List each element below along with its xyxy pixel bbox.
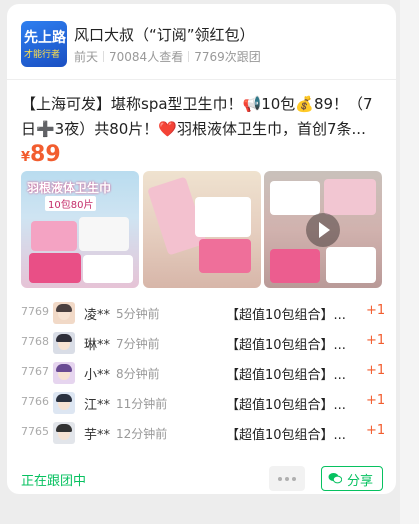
order-time: 11分钟前 — [116, 397, 168, 411]
order-quantity: +1 — [366, 393, 386, 408]
order-row[interactable]: 7769 凌** 5分钟前 【超值10包组合】... +1 — [7, 300, 396, 326]
price-currency: ¥ — [21, 150, 31, 165]
avatar-subtext: 才能行者 — [24, 50, 61, 60]
order-row[interactable]: 7765 芋** 12分钟前 【超值10包组合】... +1 — [7, 420, 396, 446]
product-pack — [29, 253, 81, 283]
group-buy-card[interactable]: 先上路 才能行者 风口大叔（“订阅”领红包） 前天 70084人查看 7769次跟团… — [7, 4, 396, 494]
product-image-1[interactable]: 羽根液体卫生巾 10包80片 — [21, 171, 139, 288]
price-value: 89 — [30, 142, 61, 167]
group-status: 正在跟团中 — [21, 474, 87, 489]
product-video-thumbnail[interactable] — [264, 171, 382, 288]
buyer-name: 小** — [84, 368, 111, 383]
product-pack — [79, 217, 129, 251]
view-count: 70084人查看 — [109, 50, 184, 64]
buyer-avatar — [53, 392, 75, 414]
product-pack — [326, 247, 376, 283]
publisher-avatar[interactable]: 先上路 才能行者 — [21, 21, 67, 67]
order-quantity: +1 — [366, 303, 386, 318]
play-icon[interactable] — [306, 213, 340, 247]
order-quantity: +1 — [366, 423, 386, 438]
divider — [188, 51, 190, 62]
buyer-avatar — [53, 332, 75, 354]
product-pack — [324, 179, 376, 215]
buyer-name: 琳** — [84, 338, 111, 353]
more-button[interactable] — [269, 466, 305, 491]
post-time: 前天 — [74, 50, 99, 64]
buyer-name: 芋** — [84, 428, 111, 443]
order-time: 5分钟前 — [116, 307, 160, 321]
buyer-avatar — [53, 302, 75, 324]
follower-count: 7769次跟团 — [194, 50, 261, 64]
buyer-name: 江** — [84, 398, 111, 413]
more-dot — [278, 477, 282, 481]
more-dot — [292, 477, 296, 481]
buyer-name: 凌** — [84, 308, 111, 323]
product-pack — [270, 181, 320, 215]
post-meta: 前天 70084人查看 7769次跟团 — [74, 48, 261, 65]
order-number: 7767 — [21, 365, 49, 378]
order-number: 7769 — [21, 305, 49, 318]
order-row[interactable]: 7766 江** 11分钟前 【超值10包组合】... +1 — [7, 390, 396, 416]
order-number: 7766 — [21, 395, 49, 408]
share-button[interactable]: 分享 — [321, 466, 383, 491]
order-number: 7765 — [21, 425, 49, 438]
divider — [103, 51, 105, 62]
wechat-icon — [328, 473, 342, 484]
buyer-avatar — [53, 422, 75, 444]
more-dot — [285, 477, 289, 481]
post-description[interactable]: 【上海可发】堪称spa型卫生巾！📢10包💰89！（7日➕3夜）共80片！❤️羽根… — [21, 92, 386, 142]
buyer-avatar — [53, 362, 75, 384]
order-product: 【超值10包组合】... — [226, 368, 346, 383]
image-subtitle: 10包80片 — [45, 196, 97, 211]
order-quantity: +1 — [366, 333, 386, 348]
order-product: 【超值10包组合】... — [226, 308, 346, 323]
product-pack — [83, 255, 133, 283]
background-strip — [400, 0, 419, 524]
product-image-2[interactable] — [143, 171, 261, 288]
product-pack — [195, 197, 251, 237]
order-quantity: +1 — [366, 363, 386, 378]
avatar-text: 先上路 — [24, 30, 66, 46]
publisher-name[interactable]: 风口大叔（“订阅”领红包） — [74, 24, 255, 45]
order-time: 8分钟前 — [116, 367, 160, 381]
order-number: 7768 — [21, 335, 49, 348]
post-header: 先上路 才能行者 风口大叔（“订阅”领红包） 前天 70084人查看 7769次跟团 — [7, 4, 396, 80]
product-pack — [270, 249, 320, 283]
price: ¥89 — [21, 142, 61, 167]
order-product: 【超值10包组合】... — [226, 338, 346, 353]
image-title: 羽根液体卫生巾 — [27, 181, 112, 195]
order-time: 12分钟前 — [116, 427, 168, 441]
order-time: 7分钟前 — [116, 337, 160, 351]
order-product: 【超值10包组合】... — [226, 428, 346, 443]
order-row[interactable]: 7768 琳** 7分钟前 【超值10包组合】... +1 — [7, 330, 396, 356]
order-product: 【超值10包组合】... — [226, 398, 346, 413]
product-pack — [199, 239, 251, 273]
share-label: 分享 — [347, 474, 374, 489]
order-row[interactable]: 7767 小** 8分钟前 【超值10包组合】... +1 — [7, 360, 396, 386]
product-pack — [31, 221, 77, 251]
